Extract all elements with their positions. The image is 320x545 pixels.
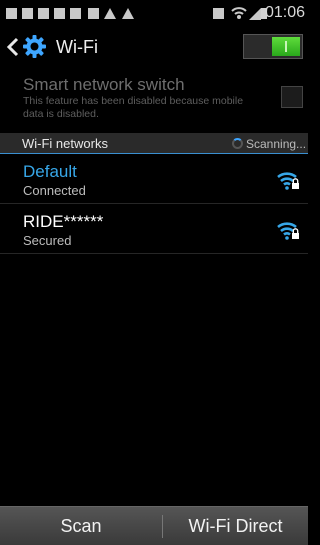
bottom-action-bar: Scan Wi-Fi Direct [0,506,308,545]
wifi-status-icon [231,7,247,19]
missed-call-icon [88,8,99,19]
wifi-settings-list: Smart network switch This feature has be… [0,66,308,506]
smart-network-title: Smart network switch [23,75,185,94]
smart-network-switch-row: Smart network switch This feature has be… [0,66,308,129]
notification-icon [6,8,17,19]
wifi-lock-icon [277,222,299,240]
smart-network-checkbox [281,86,303,108]
scan-button[interactable]: Scan [0,507,162,545]
section-title: Wi-Fi networks [22,136,108,151]
gear-icon[interactable] [22,34,47,59]
network-status: Connected [23,183,86,198]
network-status: Secured [23,233,72,248]
page-title: Wi-Fi [56,37,98,57]
wifi-toggle[interactable] [243,34,303,59]
wifi-networks-header: Wi-Fi networks Scanning... [0,133,308,154]
status-time: 01:06 [264,4,305,21]
toggle-knob [272,37,300,56]
wifi-direct-button[interactable]: Wi-Fi Direct [163,507,308,545]
back-chevron-icon[interactable] [6,36,20,58]
network-name: RIDE****** [23,212,104,231]
signal-icon [249,8,261,20]
network-item[interactable]: RIDE****** Secured [0,206,308,254]
chat-icon [38,8,49,19]
scanning-label: Scanning... [246,137,307,151]
wifi-lock-icon [277,172,299,190]
warning-icon [122,8,134,19]
scanning-spinner-icon [232,138,243,149]
mail-icon [70,8,81,19]
action-bar: Wi-Fi [0,29,308,66]
smart-network-description: This feature has been disabled because m… [23,95,244,120]
status-bar: 01:06 [0,0,308,29]
image-icon [54,8,65,19]
network-item[interactable]: Default Connected [0,156,308,204]
message-icon [22,8,33,19]
warning-icon [104,8,116,19]
network-name: Default [23,162,77,181]
mute-icon [213,8,224,19]
